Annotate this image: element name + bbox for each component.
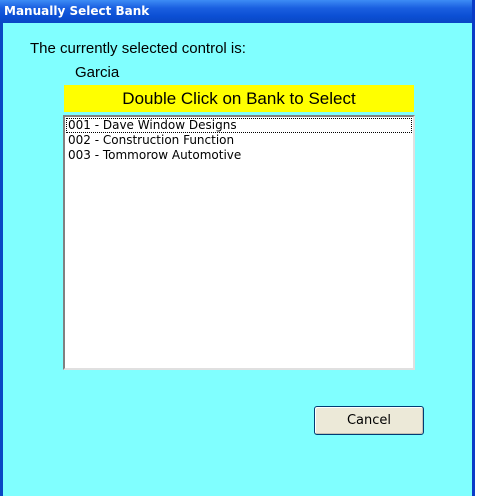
window-frame [0,23,3,496]
bank-list-item[interactable]: 002 - Construction Function [66,133,412,148]
current-control-label: The currently selected control is: [30,40,246,57]
window-title: Manually Select Bank [4,4,150,18]
bank-list-item[interactable]: 003 - Tommorow Automotive [66,148,412,163]
bank-list-item[interactable]: 001 - Dave Window Designs [66,118,412,133]
cancel-button[interactable]: Cancel [314,406,424,435]
title-bar[interactable]: Manually Select Bank [0,0,472,23]
select-bank-dialog: Manually Select Bank The currently selec… [0,0,475,496]
instruction-banner: Double Click on Bank to Select [64,85,414,112]
bank-listbox[interactable]: 001 - Dave Window Designs 002 - Construc… [63,115,415,370]
current-control-value: Garcia [75,64,120,81]
